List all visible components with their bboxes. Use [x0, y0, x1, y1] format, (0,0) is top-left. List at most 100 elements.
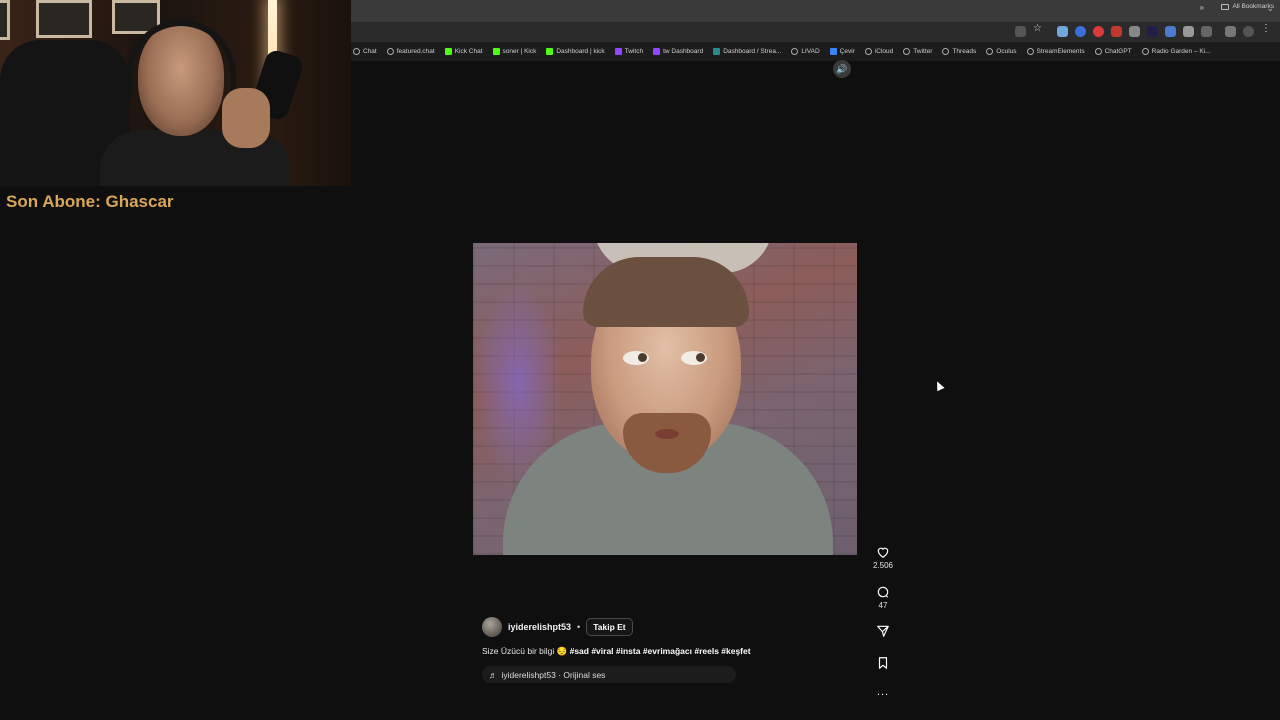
bookmarks-overflow-button[interactable]: »: [1200, 3, 1204, 12]
streamer-hand: [222, 88, 270, 148]
comment-button[interactable]: 47: [870, 585, 896, 610]
bookmark-item[interactable]: ChatGPT: [1094, 48, 1132, 55]
bookmark-label: soner | Kick: [502, 48, 537, 55]
bookmark-item[interactable]: LIVAD: [791, 48, 820, 55]
cast-icon[interactable]: [1015, 26, 1026, 37]
extension-icon[interactable]: [1057, 26, 1068, 37]
bookmark-item[interactable]: Oculus: [986, 48, 1017, 55]
bookmark-item[interactable]: Chat: [353, 48, 377, 55]
mouth: [655, 429, 679, 439]
bookmark-label: ChatGPT: [1104, 48, 1132, 55]
bookmark-item[interactable]: StreamElements: [1026, 48, 1085, 55]
extension-icon[interactable]: [1129, 26, 1140, 37]
globe-icon: [903, 48, 911, 55]
globe-icon: [1026, 48, 1034, 55]
bookmark-label: iCloud: [874, 48, 894, 55]
author-avatar[interactable]: [482, 617, 502, 637]
bookmark-item[interactable]: Dashboard / Strea...: [713, 48, 781, 55]
like-button[interactable]: 2.506: [870, 545, 896, 570]
last-subscriber-label: Son Abone: Ghascar: [6, 192, 174, 211]
wall-picture-frame: [0, 0, 10, 40]
reel-caption: Size Üzücü bir bilgi 😔 #sad #viral #inst…: [482, 646, 862, 657]
author-username[interactable]: iyiderelishpt53: [508, 622, 571, 632]
bookmarks-bar: Chat featured.chat Kick Chat soner | Kick Da…: [351, 42, 1280, 61]
bookmark-item[interactable]: iCloud: [864, 48, 894, 55]
profile-avatar[interactable]: [1243, 26, 1254, 37]
volume-icon[interactable]: 🔊: [833, 60, 851, 78]
translate-icon: [829, 48, 837, 55]
kick-icon: [546, 48, 554, 55]
save-button[interactable]: [870, 656, 896, 670]
comment-count: 47: [878, 601, 888, 610]
right-eye: [681, 351, 707, 365]
wall-picture-frame: [36, 0, 92, 38]
bookmark-label: Dashboard / Strea...: [723, 48, 782, 55]
twitch-icon: [614, 48, 622, 55]
menu-icon[interactable]: ⋮: [1261, 23, 1272, 34]
kick-icon: [492, 48, 500, 55]
bookmark-label: tw Dashboard: [663, 48, 704, 55]
bookmark-item[interactable]: featured.chat: [386, 48, 435, 55]
bookmark-item[interactable]: Twitch: [614, 48, 644, 55]
bookmark-label: Kick Chat: [454, 48, 483, 55]
bookmark-item[interactable]: Twitter: [903, 48, 932, 55]
bookmark-icon: [878, 657, 888, 669]
bookmark-label: featured.chat: [396, 48, 435, 55]
globe-icon: [1094, 48, 1102, 55]
caption-hashtags[interactable]: #sad #viral #insta #evrimağacı #reels #k…: [570, 646, 751, 656]
hair: [583, 257, 749, 327]
extension-icon[interactable]: [1075, 26, 1086, 37]
tracker-icon: [713, 48, 721, 55]
bookmark-item[interactable]: Çevir: [829, 48, 855, 55]
extension-icon[interactable]: [1183, 26, 1194, 37]
globe-icon: [1141, 48, 1149, 55]
reel-video[interactable]: [473, 243, 857, 555]
send-icon: [877, 625, 889, 637]
mouse-cursor: [933, 379, 945, 392]
kick-icon: [444, 48, 452, 55]
bookmark-item[interactable]: Kick Chat: [444, 48, 483, 55]
heart-icon: [877, 547, 889, 558]
globe-icon: [791, 48, 799, 55]
globe-icon: [986, 48, 994, 55]
bookmark-item[interactable]: Radio Garden – Ki...: [1141, 48, 1211, 55]
follow-button[interactable]: Takip Et: [586, 618, 633, 636]
bookmark-label: Oculus: [996, 48, 1017, 55]
share-button[interactable]: [870, 624, 896, 638]
more-options-button[interactable]: ...: [870, 686, 896, 698]
like-count: 2.506: [872, 561, 894, 570]
extension-icon[interactable]: [1093, 26, 1104, 37]
bookmark-item[interactable]: soner | Kick: [492, 48, 537, 55]
extension-icon[interactable]: [1165, 26, 1176, 37]
separator-dot: •: [577, 622, 581, 632]
chat-bookmark-icon: [353, 48, 360, 55]
all-bookmarks-label: All Bookmarks: [1232, 3, 1274, 10]
bookmark-label: Chat: [363, 48, 377, 55]
webcam-feed: [0, 0, 351, 186]
bookmark-label: LIVAD: [801, 48, 820, 55]
bookmark-label: Twitter: [913, 48, 933, 55]
bookmark-label: Çevir: [839, 48, 855, 55]
audio-label: iyiderelishpt53 · Orijinal ses: [501, 669, 606, 680]
extension-icon[interactable]: [1111, 26, 1122, 37]
left-eye: [623, 351, 649, 365]
bookmark-label: Twitch: [624, 48, 644, 55]
bookmark-item[interactable]: Dashboard | kick: [546, 48, 605, 55]
puzzle-icon[interactable]: [1201, 26, 1212, 37]
bookmark-label: Threads: [952, 48, 977, 55]
music-note-icon: ♬: [489, 669, 498, 680]
audio-attribution[interactable]: ♬ iyiderelishpt53 · Orijinal ses: [482, 666, 736, 683]
extension-icon[interactable]: [1147, 26, 1158, 37]
author-row: iyiderelishpt53 • Takip Et: [482, 616, 862, 638]
folder-icon: [1221, 3, 1230, 10]
comment-icon: [877, 586, 889, 598]
bookmark-label: StreamElements: [1036, 48, 1085, 55]
bookmark-item[interactable]: Threads: [942, 48, 976, 55]
apple-icon: [864, 48, 872, 55]
star-icon[interactable]: ☆: [1033, 23, 1044, 34]
browser-toolbar: ☆ ⋮: [351, 22, 1280, 42]
media-icon[interactable]: [1225, 26, 1236, 37]
all-bookmarks-button[interactable]: All Bookmarks: [1221, 3, 1274, 10]
bookmark-item[interactable]: tw Dashboard: [653, 48, 703, 55]
bookmark-label: Radio Garden – Ki...: [1151, 48, 1211, 55]
